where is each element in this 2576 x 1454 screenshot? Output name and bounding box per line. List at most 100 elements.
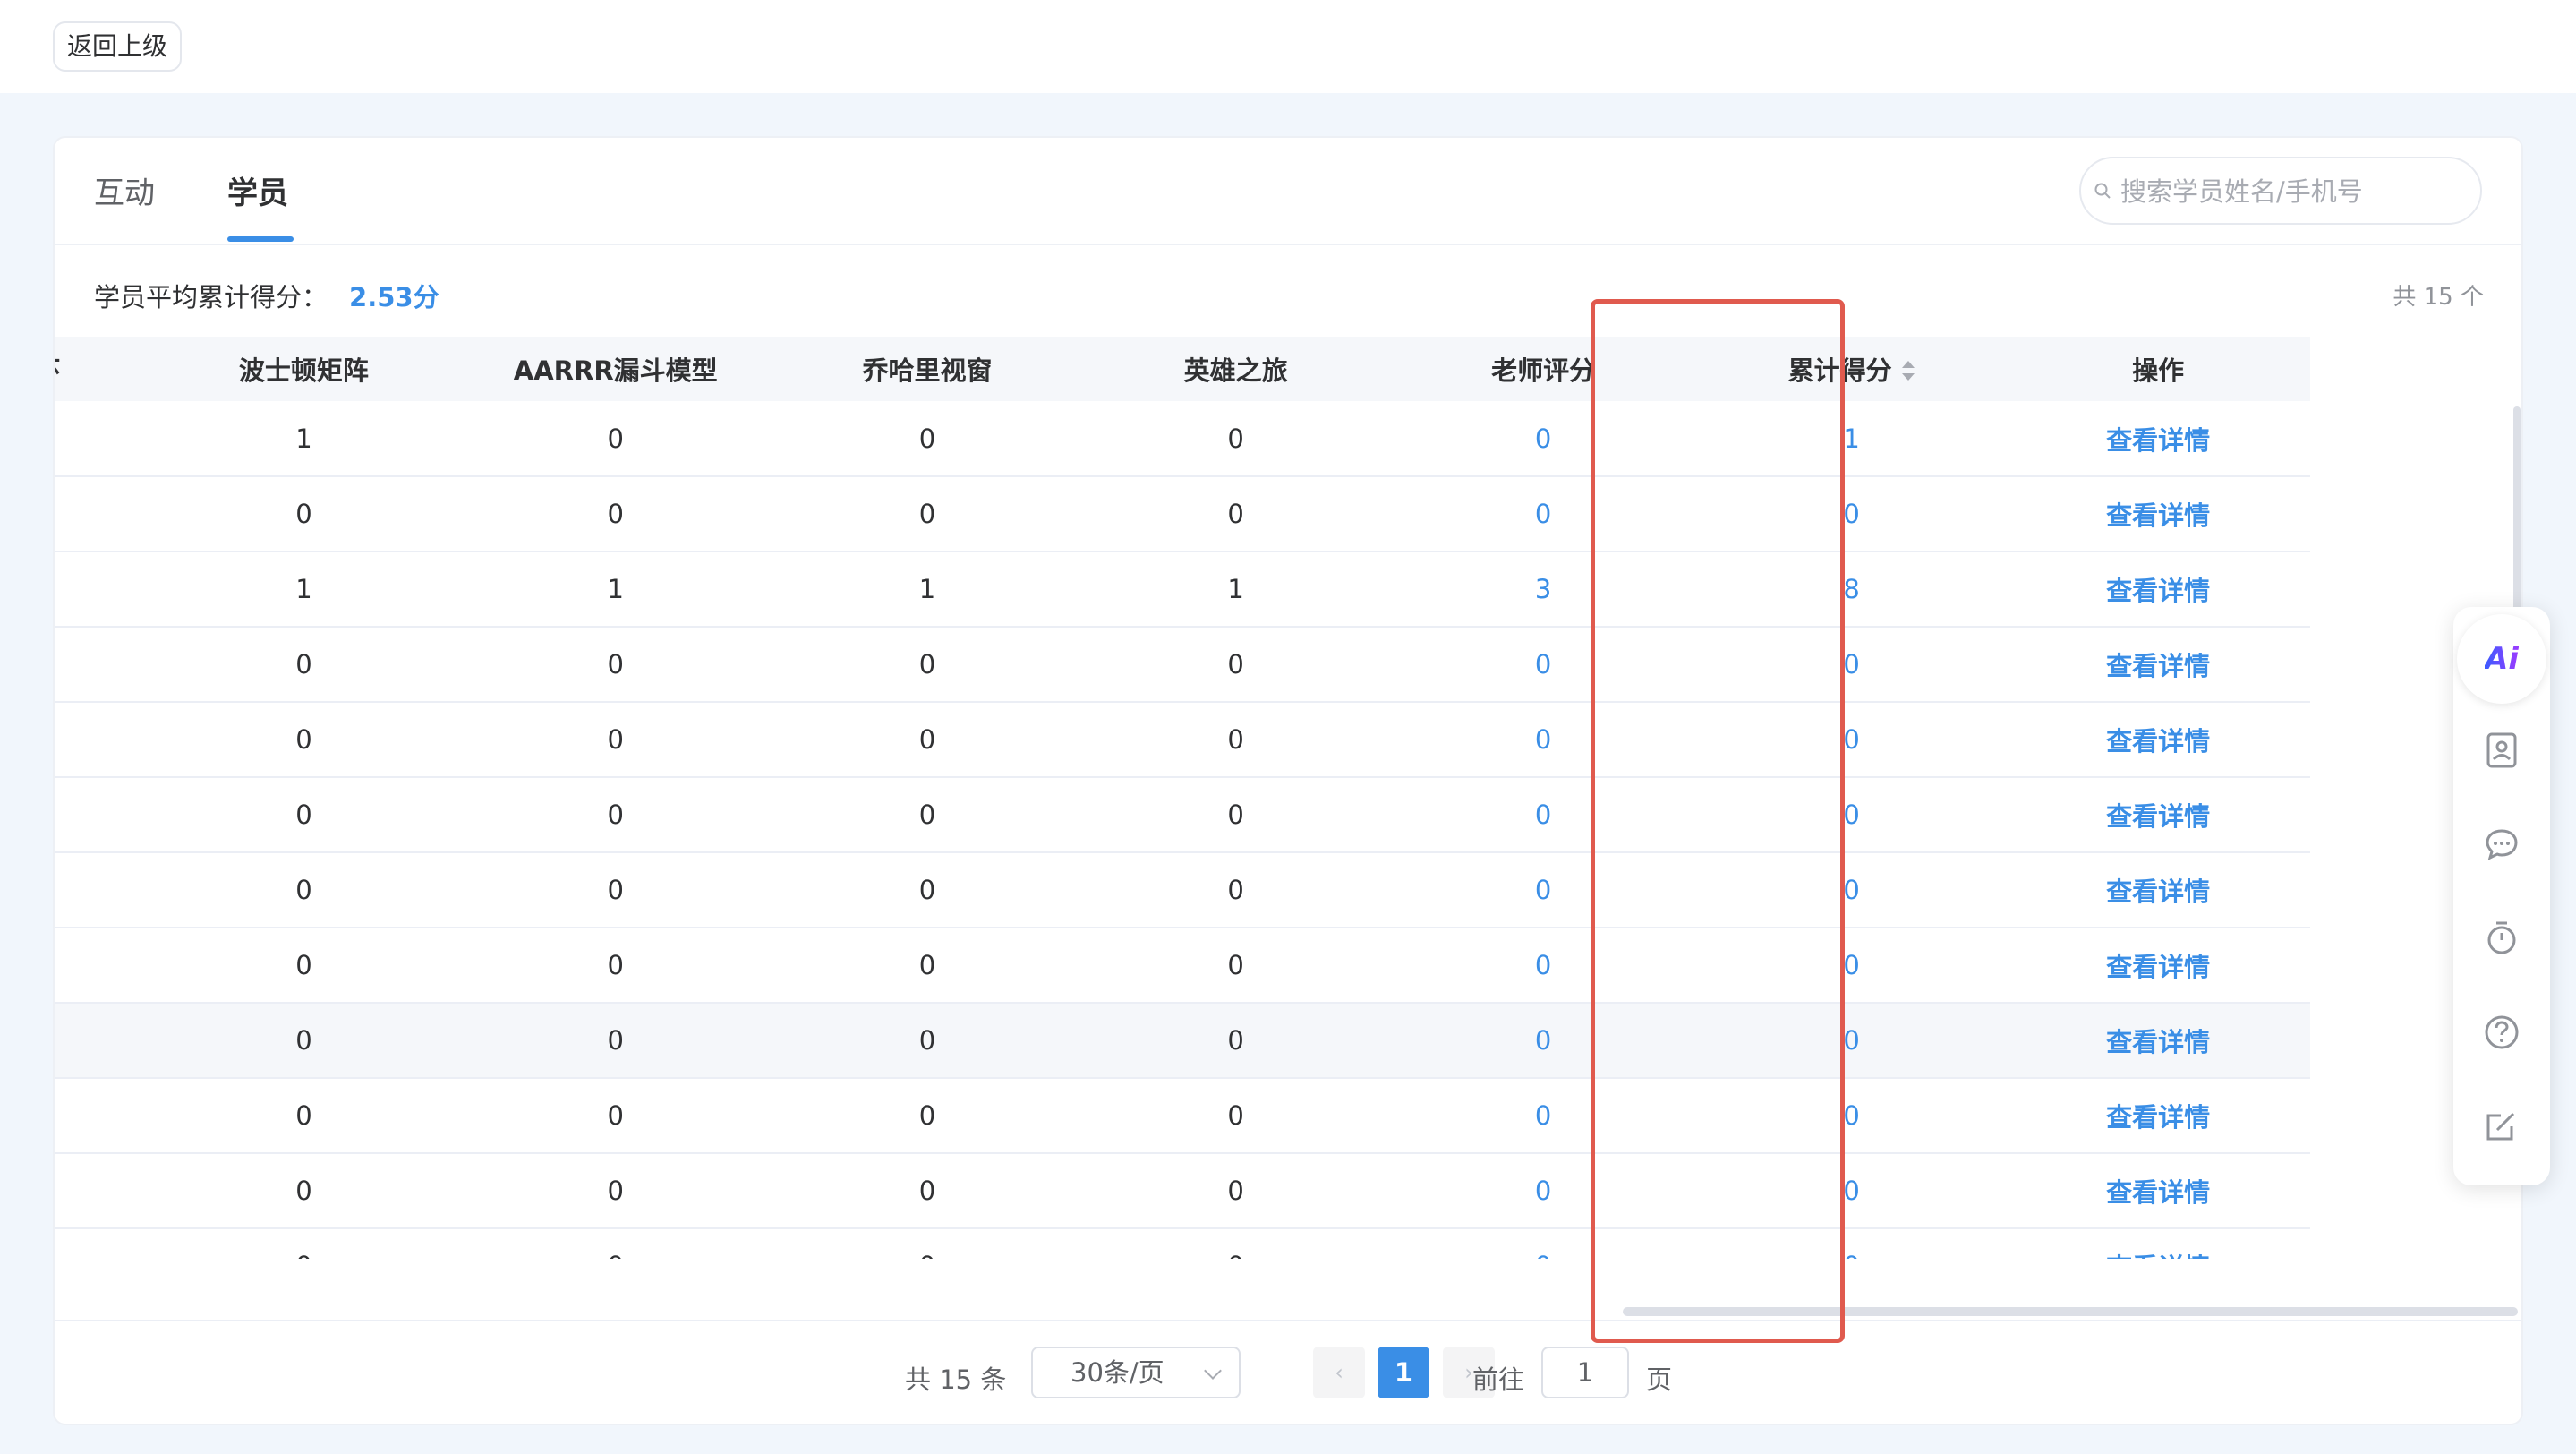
table-cell: 0 [772, 777, 1082, 853]
table-cell: 0 [149, 476, 459, 552]
table-cell: 0 [458, 852, 773, 928]
table-cell: 0 [55, 476, 149, 552]
table-cell: 0 [55, 702, 149, 778]
table-row: 0000000查看详情 [55, 1228, 2310, 1259]
table-cell: 0 [55, 401, 149, 477]
chat-button[interactable] [2476, 818, 2528, 870]
view-details-link[interactable]: 查看详情 [2106, 651, 2210, 681]
table-cell: 0 [1389, 928, 1697, 1004]
table-cell: 0 [1081, 777, 1390, 853]
table-cell: 1 [149, 401, 459, 477]
table-cell: 0 [772, 1153, 1082, 1229]
table-cell: 1 [1081, 552, 1390, 628]
table-cell: 0 [149, 702, 459, 778]
back-button[interactable]: 返回上级 [53, 21, 183, 72]
column-header-actions: 操作 [2006, 337, 2310, 401]
view-details-link[interactable]: 查看详情 [2106, 952, 2210, 982]
table-cell: 0 [772, 702, 1082, 778]
view-details-link[interactable]: 查看详情 [2106, 877, 2210, 907]
goto-suffix: 页 [1646, 1364, 1673, 1395]
table-cell: 0 [1389, 1228, 1697, 1259]
pagination-total: 共 15 条 [905, 1364, 1007, 1395]
view-details-link[interactable]: 查看详情 [2106, 576, 2210, 606]
table-cell: 0 [772, 627, 1082, 703]
column-header-aarrr: AARRR漏斗模型 [458, 337, 773, 401]
table-cell: 0 [1696, 476, 2007, 552]
table-cell: 0 [1081, 1003, 1390, 1079]
column-header-johari-window: 乔哈里视窗 [772, 337, 1082, 401]
table-cell: 0 [1696, 1153, 2007, 1229]
goto-page-input[interactable] [1541, 1347, 1629, 1398]
average-score-label: 学员平均累计得分： [94, 282, 328, 312]
divider [55, 1320, 2521, 1321]
tab-interaction[interactable]: 互动 [94, 168, 155, 212]
ai-assistant-button[interactable]: Ai [2457, 614, 2546, 704]
page-size-select[interactable]: 30条/页 [1031, 1347, 1241, 1398]
table-row: 0000000查看详情 [55, 702, 2310, 778]
view-details-link[interactable]: 查看详情 [2106, 1027, 2210, 1057]
search-icon [2094, 183, 2111, 199]
search-box[interactable] [2079, 157, 2482, 225]
column-header-bcg-matrix: 波士顿矩阵 [149, 337, 459, 401]
table-cell: 0 [1081, 1228, 1390, 1259]
table-row: 0100001查看详情 [55, 401, 2310, 477]
table-cell: 0 [772, 928, 1082, 1004]
table-cell: 0 [1389, 401, 1697, 477]
vertical-scrollbar[interactable] [2513, 406, 2521, 630]
prev-page-button[interactable]: ‹ [1313, 1347, 1365, 1398]
view-details-link[interactable]: 查看详情 [2106, 801, 2210, 832]
table-cell: 0 [458, 777, 773, 853]
table-cell: 0 [55, 1078, 149, 1154]
view-details-link[interactable]: 查看详情 [2106, 1102, 2210, 1133]
table-cell: 0 [458, 928, 773, 1004]
column-header-teacher-score: 老师评分 [1389, 337, 1697, 401]
top-bar: 返回上级 [0, 0, 2576, 93]
sort-icon[interactable] [1901, 361, 1915, 381]
table-cell: 0 [458, 1228, 773, 1259]
table-cell-actions: 查看详情 [2006, 702, 2310, 778]
table-cell-actions: 查看详情 [2006, 401, 2310, 477]
tab-students[interactable]: 学员 [227, 168, 288, 212]
table-cell: 3 [1389, 552, 1697, 628]
table-cell-actions: 查看详情 [2006, 476, 2310, 552]
view-details-link[interactable]: 查看详情 [2106, 1253, 2210, 1259]
view-details-link[interactable]: 查看详情 [2106, 500, 2210, 531]
horizontal-scrollbar[interactable] [1623, 1307, 2518, 1316]
table-cell: 0 [55, 777, 149, 853]
table-cell: 0 [772, 476, 1082, 552]
page-number-current[interactable]: 1 [1378, 1347, 1429, 1398]
table-cell: 0 [1389, 476, 1697, 552]
table-cell: 1 [1696, 401, 2007, 477]
timer-button[interactable] [2476, 911, 2528, 963]
table-cell: 0 [458, 1078, 773, 1154]
table-cell-actions: 查看详情 [2006, 852, 2310, 928]
table-cell: 0 [55, 852, 149, 928]
table-cell: 0 [1389, 1078, 1697, 1154]
table-cell: 0 [1389, 852, 1697, 928]
table-cell-actions: 查看详情 [2006, 1228, 2310, 1259]
table-cell: 0 [1696, 702, 2007, 778]
view-details-link[interactable]: 查看详情 [2106, 726, 2210, 757]
table-cell: 0 [1081, 627, 1390, 703]
table-cell: 0 [458, 702, 773, 778]
view-details-link[interactable]: 查看详情 [2106, 425, 2210, 456]
help-button[interactable] [2476, 1006, 2528, 1058]
table-row: 0000000查看详情 [55, 1078, 2310, 1154]
table-cell: 0 [55, 1003, 149, 1079]
view-details-link[interactable]: 查看详情 [2106, 1177, 2210, 1208]
edit-button[interactable] [2476, 1099, 2528, 1151]
table-row: 0000000查看详情 [55, 627, 2310, 703]
table-cell: 1 [149, 552, 459, 628]
contact-card-button[interactable] [2476, 723, 2528, 775]
table-cell: 0 [149, 1228, 459, 1259]
table-cell: 0 [1081, 852, 1390, 928]
table-cell: 0 [1081, 928, 1390, 1004]
search-input[interactable] [2120, 169, 2469, 214]
column-header-total-score[interactable]: 累计得分 [1696, 337, 2007, 401]
table-cell-actions: 查看详情 [2006, 1153, 2310, 1229]
table-cell: 0 [772, 852, 1082, 928]
table-cell: 0 [149, 1003, 459, 1079]
ai-label: Ai [2485, 641, 2519, 677]
table-cell: 0 [1696, 1228, 2007, 1259]
table-cell: 0 [1389, 702, 1697, 778]
